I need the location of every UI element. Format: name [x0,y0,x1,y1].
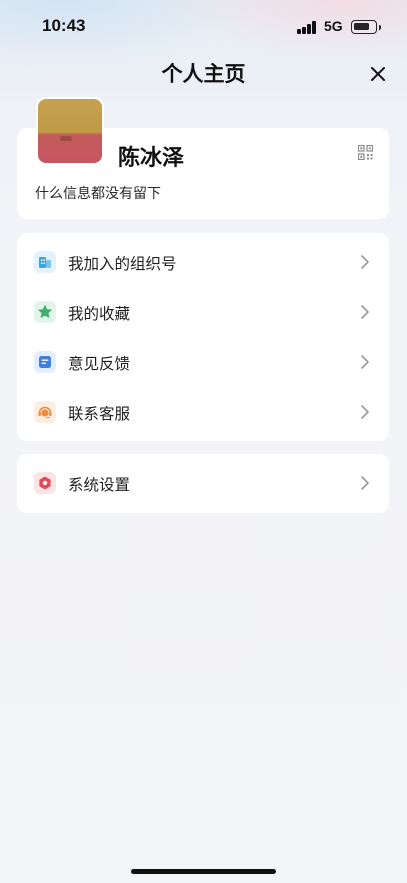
menu-item-feedback[interactable]: 意见反馈 [17,337,389,387]
close-icon[interactable] [366,62,390,86]
chevron-right-icon [360,475,370,491]
chevron-right-icon [360,354,370,370]
menu-item-label: 意见反馈 [68,355,131,373]
status-bar: 10:43 5G [0,0,407,54]
network-type: 5G [324,18,343,34]
chevron-right-icon [360,404,370,420]
menu-item-label: 联系客服 [68,405,131,423]
menu-item-label: 系统设置 [68,476,131,494]
qr-code-icon[interactable] [357,144,374,161]
signal-icon [297,21,317,34]
menu-item-favorites[interactable]: 我的收藏 [17,287,389,337]
menu-item-organizations[interactable]: 我加入的组织号 [17,237,389,287]
headset-icon [34,401,56,423]
avatar[interactable] [36,97,104,165]
chevron-right-icon [360,304,370,320]
chevron-right-icon [360,254,370,270]
building-icon [34,251,56,273]
menu-item-customer-service[interactable]: 联系客服 [17,387,389,437]
user-name: 陈冰泽 [118,146,185,171]
battery-icon [351,20,381,34]
home-indicator[interactable] [131,869,276,874]
profile-screen: 10:43 5G 个人主页 陈冰泽 什么信息都没有留下 我加入的组织号 我的收藏… [0,0,407,883]
status-time: 10:43 [42,16,86,35]
feedback-icon [34,351,56,373]
star-icon [34,301,56,323]
user-bio: 什么信息都没有留下 [35,186,161,202]
page-title: 个人主页 [161,62,246,86]
menu-item-system-settings[interactable]: 系统设置 [17,458,389,508]
menu-card: 我加入的组织号 我的收藏 意见反馈 联系客服 [17,233,389,441]
settings-card: 系统设置 [17,454,389,513]
settings-hexagon-icon [34,472,56,494]
menu-item-label: 我加入的组织号 [68,255,177,273]
menu-item-label: 我的收藏 [68,305,131,323]
